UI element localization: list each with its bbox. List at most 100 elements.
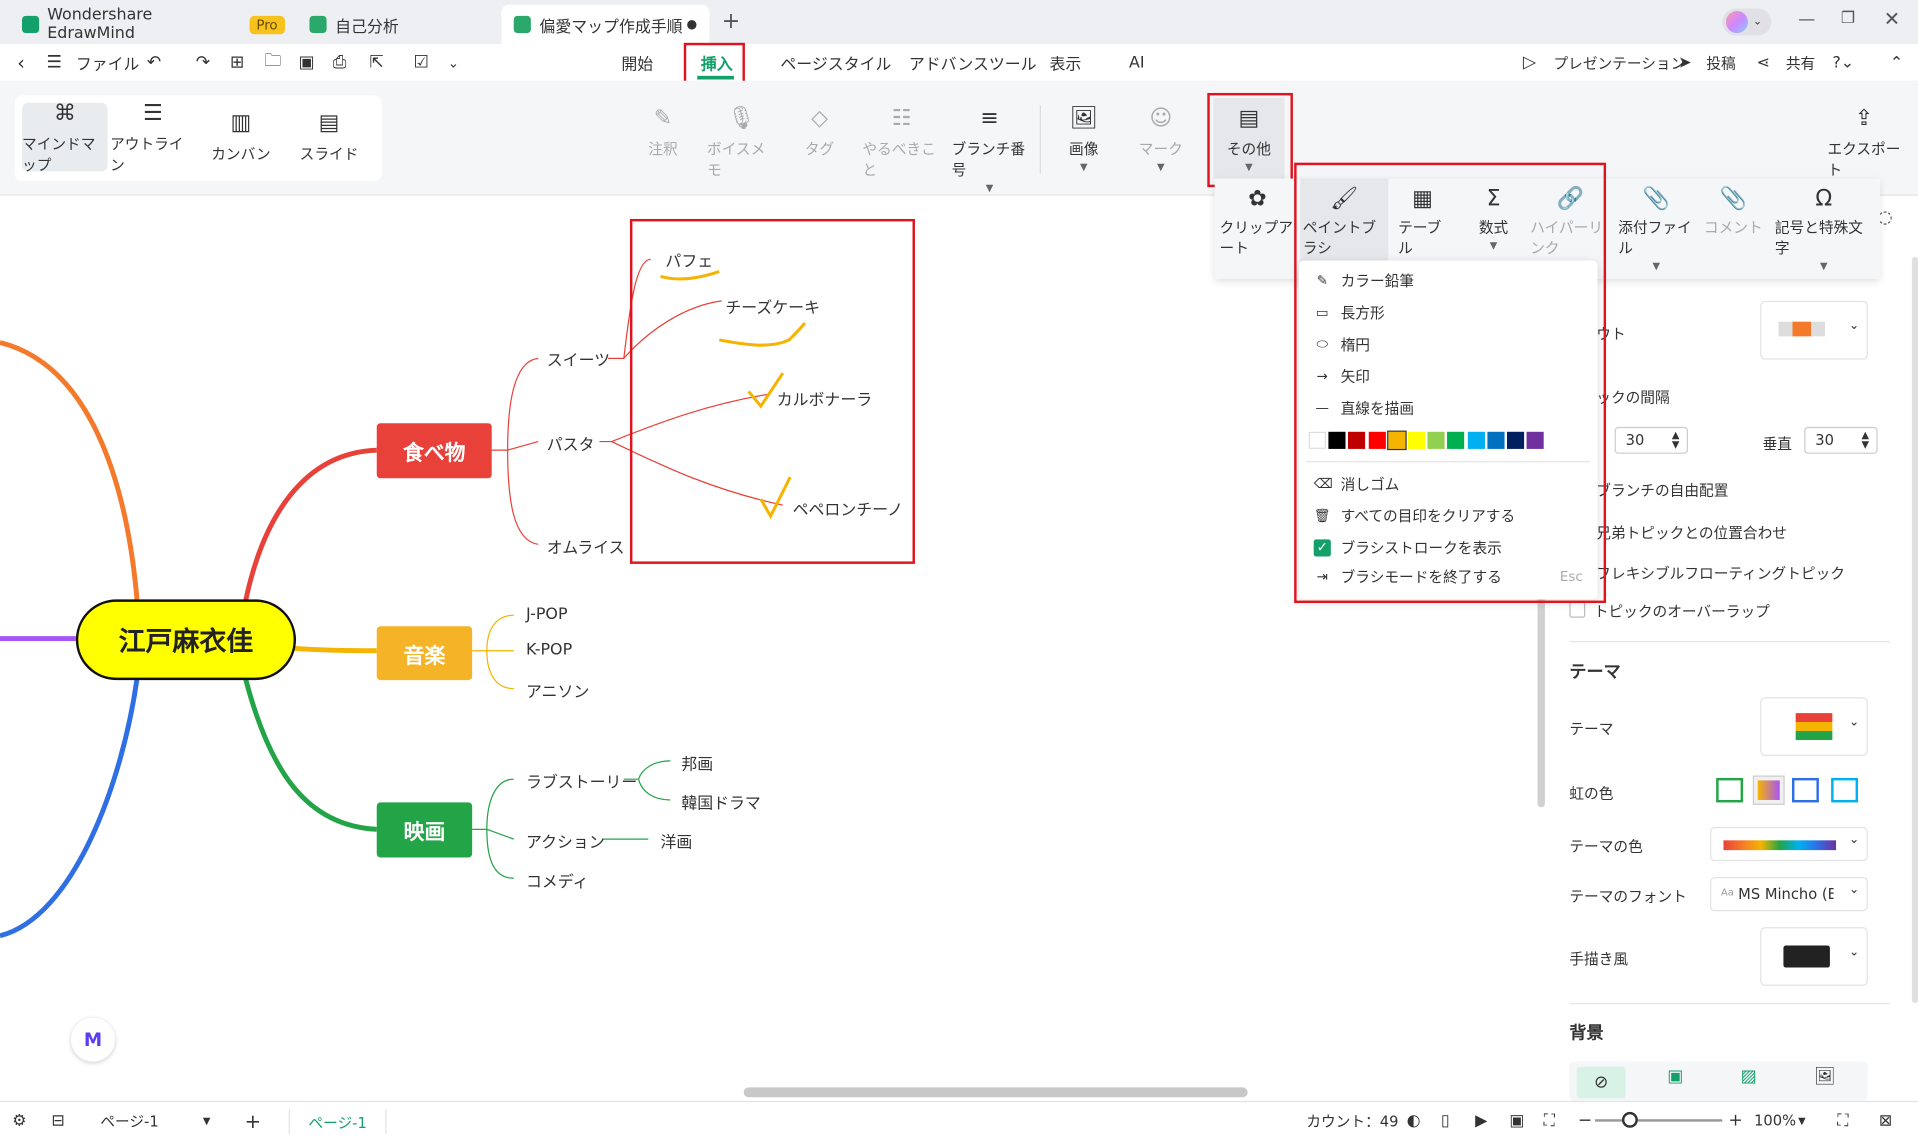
subtopic-sweets[interactable]: スイーツ [547, 347, 610, 370]
subtopic-youga[interactable]: 洋画 [661, 829, 693, 852]
minimize-icon[interactable]: — [1798, 10, 1815, 30]
unsaved-dot-icon[interactable]: ● [687, 18, 698, 31]
share-button[interactable]: 共有 [1786, 44, 1815, 81]
subtopic-anison[interactable]: アニソン [526, 679, 589, 702]
page-select[interactable]: ページ-1 ▼ [100, 1102, 213, 1138]
tag-button[interactable]: ◇ タグ [795, 105, 844, 191]
subtopic-lovestory[interactable]: ラブストーリー [526, 769, 637, 792]
view-kanban-button[interactable]: ▥ カンバン [198, 103, 284, 171]
tab-document-self-analysis[interactable]: 自己分析 [297, 5, 493, 44]
help-icon[interactable]: ?⌄ [1832, 44, 1854, 81]
annotation-button[interactable]: ✎ 注釈 [639, 105, 688, 191]
hamburger-icon[interactable]: ☰ [46, 44, 61, 81]
tab-document-active[interactable]: 偏愛マップ作成手順 ● [501, 4, 710, 45]
view-mindmap-button[interactable]: ⌘ マインドマップ [22, 100, 108, 173]
theme-dropdown[interactable]: ⌄ [1760, 697, 1868, 756]
vertical-spacing-input[interactable]: 30 ▲ ▼ [1804, 426, 1878, 454]
solid-background-icon[interactable]: ▣ [1667, 1067, 1683, 1087]
ribbon-tab-page-style[interactable]: ページスタイル [780, 44, 891, 81]
topic-food[interactable]: 食べ物 [376, 423, 492, 479]
todo-button[interactable]: ☷ やるべきこと [862, 105, 940, 191]
open-folder-icon[interactable]: 🗀 [264, 44, 281, 81]
collapse-panel-icon[interactable]: ⊠ [1879, 1102, 1892, 1138]
publish-button[interactable]: 投稿 [1706, 44, 1735, 81]
zoom-slider-handle[interactable] [1621, 1111, 1638, 1128]
voice-memo-button[interactable]: 🎙 ボイスメモ [707, 105, 775, 191]
ribbon-tab-ai[interactable]: AI [1129, 44, 1145, 81]
free-branch-option[interactable]: ブランチの自由配置 [1596, 479, 1728, 500]
back-icon[interactable]: ‹ [17, 44, 25, 81]
horizontal-spacing-input[interactable]: 30 ▲ ▼ [1614, 426, 1689, 454]
new-tab-plus-icon[interactable]: + [722, 9, 740, 35]
panel-scrollbar[interactable] [1911, 256, 1918, 1004]
topic-movie[interactable]: 映画 [376, 802, 473, 858]
view-outline-button[interactable]: ☰ アウトライン [110, 100, 196, 173]
zoom-level[interactable]: 100% [1754, 1102, 1796, 1138]
add-page-icon[interactable]: + [245, 1102, 261, 1138]
ribbon-tab-home[interactable]: 開始 [621, 44, 653, 81]
zoom-in-icon[interactable]: + [1728, 1102, 1742, 1138]
restore-icon[interactable]: ❐ [1841, 10, 1855, 28]
comment-button[interactable]: 📎 コメント [1704, 186, 1763, 272]
central-topic[interactable]: 江戸麻衣佳 [75, 599, 297, 681]
user-avatar-button[interactable]: ⌄ [1722, 8, 1772, 36]
redo-icon[interactable]: ↷ [196, 44, 210, 81]
chevron-down-icon[interactable]: ▼ [1798, 1102, 1806, 1138]
symbols-button[interactable]: Ω 記号と特殊文字 ▼ [1775, 186, 1873, 272]
rainbow-option-4[interactable] [1831, 777, 1859, 803]
subtopic-kdrama[interactable]: 韓国ドラマ [681, 790, 761, 813]
theme-color-dropdown[interactable]: ⌄ [1710, 826, 1868, 862]
fullscreen-icon[interactable]: ⛶ [1837, 1102, 1848, 1138]
layout-dropdown[interactable]: ⌄ [1760, 300, 1868, 360]
stepper-icon[interactable]: ▲ ▼ [1862, 430, 1870, 451]
zoom-out-icon[interactable]: − [1578, 1102, 1592, 1138]
fullscreen-fit-icon[interactable]: ⛶ [1544, 1102, 1555, 1138]
rainbow-option-3[interactable] [1791, 777, 1819, 803]
file-menu[interactable]: ファイル [76, 44, 140, 81]
handdrawn-dropdown[interactable]: ⌄ [1760, 927, 1868, 986]
ribbon-tab-view[interactable]: 表示 [1050, 44, 1082, 81]
subtopic-omurice[interactable]: オムライス [547, 535, 625, 557]
view-slide-button[interactable]: ▤ スライド [286, 103, 372, 171]
zoom-slider[interactable] [1595, 1119, 1723, 1122]
checkbox-icon[interactable]: ☑ [413, 44, 428, 81]
theme-toggle-icon[interactable]: ◐ [1407, 1102, 1421, 1138]
attachment-button[interactable]: 📎 添付ファイル ▼ [1618, 186, 1694, 272]
subtopic-houga[interactable]: 邦画 [681, 751, 713, 774]
flexible-float-option[interactable]: フレキシブルフローティングトピック [1596, 563, 1845, 584]
undo-icon[interactable]: ↶ [147, 44, 161, 81]
horizontal-scrollbar[interactable] [743, 1087, 1248, 1098]
new-icon[interactable]: ⊞ [230, 44, 244, 81]
presentation-icon[interactable]: ▷ [1523, 44, 1536, 81]
texture-background-icon[interactable]: ▨ [1741, 1067, 1757, 1087]
theme-font-dropdown[interactable]: Aa MS Mincho (Big ⌄ [1710, 877, 1868, 912]
share-icon[interactable]: ⋖ [1757, 44, 1770, 81]
ribbon-tab-advanced[interactable]: アドバンスツール [909, 44, 1037, 81]
more-chevron-icon[interactable]: ⌄ [448, 44, 459, 81]
image-background-icon[interactable]: 🖼 [1814, 1067, 1836, 1087]
mark-button[interactable]: ☺ マーク ▼ [1136, 105, 1185, 191]
page-panel-icon[interactable]: ⊟ [51, 1102, 64, 1138]
stepper-icon[interactable]: ▲ ▼ [1672, 430, 1680, 451]
topic-music[interactable]: 音楽 [376, 626, 473, 681]
page-settings-icon[interactable]: ⚙ [12, 1102, 26, 1138]
close-icon[interactable]: ✕ [1884, 7, 1900, 30]
export-share-icon[interactable]: ⇱ [369, 44, 383, 81]
align-sibling-option[interactable]: 兄弟トピックとの位置合わせ [1596, 522, 1787, 543]
subtopic-jpop[interactable]: J-POP [526, 605, 568, 623]
play-icon[interactable]: ▶ [1475, 1102, 1487, 1138]
branch-number-button[interactable]: ≡ ブランチ番号 ▼ [952, 105, 1028, 193]
subtopic-comedy[interactable]: コメディ [526, 868, 588, 891]
book-icon[interactable]: ▯ [1441, 1102, 1450, 1138]
tab-app-home[interactable]: Wondershare EdrawMind Pro [10, 5, 286, 44]
subtopic-kpop[interactable]: K-POP [526, 641, 572, 659]
presentation-button[interactable]: プレゼンテーション [1553, 44, 1685, 81]
subtopic-action[interactable]: アクション [526, 829, 605, 852]
fit-page-icon[interactable]: ▣ [1509, 1102, 1524, 1138]
save-icon[interactable]: ▣ [298, 44, 314, 81]
topic-overlap-checkbox[interactable] [1569, 601, 1586, 618]
subtopic-pasta[interactable]: パスタ [547, 432, 595, 455]
ai-assistant-icon[interactable]: M [70, 1017, 115, 1062]
publish-icon[interactable]: ➤ [1678, 44, 1691, 81]
image-button[interactable]: 🖼 画像 ▼ [1059, 105, 1108, 191]
